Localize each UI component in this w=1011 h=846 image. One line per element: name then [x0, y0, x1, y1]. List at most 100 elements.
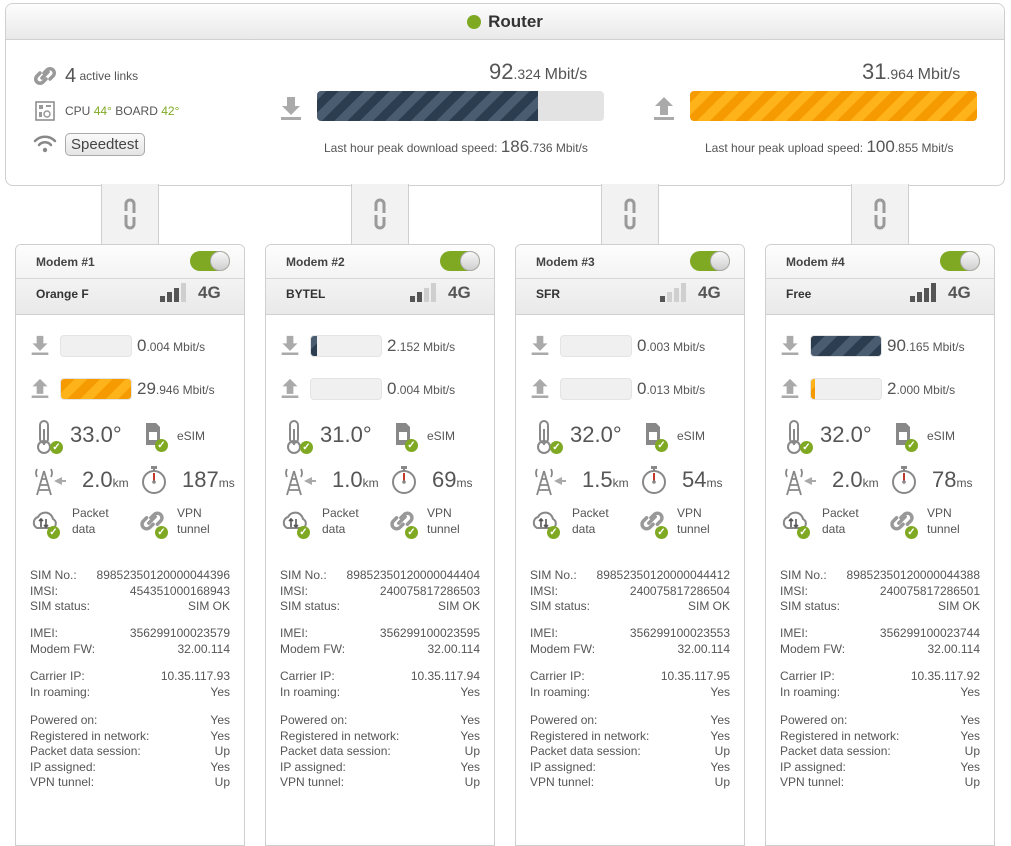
modem-upload-fill [811, 379, 815, 399]
vpn-link-icon: ✓ [888, 508, 918, 539]
chain-link-icon [874, 198, 886, 230]
info-label: IMEI: [30, 626, 59, 640]
data-label: data [322, 522, 346, 536]
info-value: 32.00.114 [677, 641, 731, 656]
signal-strength-icon [910, 282, 938, 302]
info-value: Yes [710, 684, 730, 699]
modem-enable-toggle[interactable] [690, 251, 730, 271]
modem-header: Modem #1 Orange F 4G [16, 245, 244, 315]
info-row-carrier-ip: Carrier IP: 10.35.117.94 [280, 669, 480, 685]
check-icon: ✓ [655, 439, 668, 452]
info-row-ip-assigned: IP assigned: Yes [530, 760, 730, 776]
stopwatch-icon [640, 464, 670, 501]
signal-bar [910, 296, 915, 302]
download-speed: 92.324 Mbit/s [489, 59, 587, 85]
packet-label: Packet [72, 506, 109, 520]
cpu-label: CPU [65, 104, 91, 118]
info-value: 356299100023579 [129, 626, 230, 640]
info-row-imsi: IMSI: 240075817286504 [530, 584, 730, 600]
modem-header-divider [516, 278, 744, 279]
modem-enable-toggle[interactable] [440, 251, 480, 271]
download-arrow-icon [530, 333, 550, 362]
vpn-label: VPN [177, 506, 202, 520]
check-icon: ✓ [50, 441, 63, 454]
cell-tower-icon [282, 463, 316, 502]
signal-bar [660, 296, 665, 302]
sim-info: SIM No.: 89852350120000044388 IMSI: 240075… [780, 568, 980, 615]
check-icon: ✓ [47, 526, 60, 539]
modem-enable-toggle[interactable] [940, 251, 980, 271]
info-row-sim-no: SIM No.: 89852350120000044404 [280, 568, 480, 584]
info-row-roaming: In roaming: Yes [280, 685, 480, 701]
info-row-registered: Registered in network: Yes [530, 729, 730, 745]
status-info: Powered on: Yes Registered in network: Yes… [30, 713, 230, 791]
info-label: IMSI: [280, 583, 309, 598]
modem-download-unit: Mbit/s [673, 340, 706, 354]
info-row-sim-status: SIM status: SIM OK [780, 599, 980, 615]
tunnel-label: tunnel [677, 522, 710, 536]
network-info: Carrier IP: 10.35.117.93 In roaming: Yes [30, 669, 230, 700]
vpn-link-icon: ✓ [388, 508, 418, 539]
upload-speed: 31.964 Mbit/s [862, 59, 960, 85]
cell-tower-icon [32, 463, 66, 502]
check-icon: ✓ [797, 526, 810, 539]
link-icon [31, 64, 59, 88]
info-value: Yes [460, 759, 480, 774]
info-label: In roaming: [780, 684, 841, 699]
info-label: SIM status: [30, 599, 91, 613]
carrier-name: Orange F [36, 287, 89, 301]
packet-data-label: Packet data [322, 505, 382, 537]
signal-bar [924, 288, 929, 302]
info-row-ip-assigned: IP assigned: Yes [280, 760, 480, 776]
info-value: Yes [960, 684, 980, 699]
upload-peak-dec: .855 [894, 141, 919, 155]
download-arrow-icon [30, 333, 50, 362]
info-value: 240075817286504 [629, 583, 730, 598]
modem-upload-fill [61, 379, 131, 399]
toggle-knob [960, 251, 980, 271]
modem-download-bar [810, 335, 882, 357]
signal-bar [167, 292, 172, 302]
speedtest-button[interactable]: Speedtest [65, 132, 145, 156]
modem-temperature: 31.0° [320, 422, 372, 447]
info-label: IMSI: [780, 583, 809, 598]
upload-arrow-icon [780, 376, 800, 405]
packet-label: Packet [822, 506, 859, 520]
info-label: IP assigned: [530, 759, 596, 774]
info-label: IMSI: [530, 583, 559, 598]
modem-temperature: 32.0° [820, 422, 872, 447]
modem-info: IMEI: 356299100023595 Modem FW: 32.00.114 [280, 626, 480, 657]
modem-enable-toggle[interactable] [190, 251, 230, 271]
check-icon: ✓ [297, 526, 310, 539]
sim-card-icon: ✓ [144, 421, 168, 452]
info-row-sim-status: SIM status: SIM OK [30, 599, 230, 615]
info-row-sim-no: SIM No.: 89852350120000044396 [30, 568, 230, 584]
info-row-modem-fw: Modem FW: 32.00.114 [280, 642, 480, 658]
modem-upload-unit: Mbit/s [182, 383, 215, 397]
sim-card-icon: ✓ [394, 421, 418, 452]
info-value: Yes [460, 728, 480, 743]
carrier-name: BYTEL [286, 287, 326, 301]
modem-upload-bar [60, 378, 132, 400]
info-label: Carrier IP: [30, 669, 85, 683]
modem-header-divider [766, 278, 994, 279]
modem-upload-speed: 0.013 Mbit/s [637, 379, 705, 399]
signal-bar [917, 292, 922, 302]
upload-arrow-icon [652, 95, 676, 126]
info-value: Up [714, 744, 730, 758]
modem-upload-bar [810, 378, 882, 400]
distance-unit: km [862, 476, 879, 490]
info-value: 32.00.114 [427, 641, 481, 656]
info-row-pds: Packet data session: Up [530, 744, 730, 760]
info-value: Yes [210, 684, 230, 699]
active-links-label: active links [79, 69, 139, 83]
link-connector [601, 184, 659, 244]
vpn-label: VPN [927, 506, 952, 520]
info-label: Registered in network: [280, 728, 400, 743]
info-row-powered: Powered on: Yes [30, 713, 230, 729]
modem-upload-speed: 29.946 Mbit/s [137, 379, 215, 399]
toggle-knob [460, 251, 480, 271]
download-bar [317, 91, 604, 121]
network-type: 4G [698, 283, 721, 302]
info-row-powered: Powered on: Yes [780, 713, 980, 729]
